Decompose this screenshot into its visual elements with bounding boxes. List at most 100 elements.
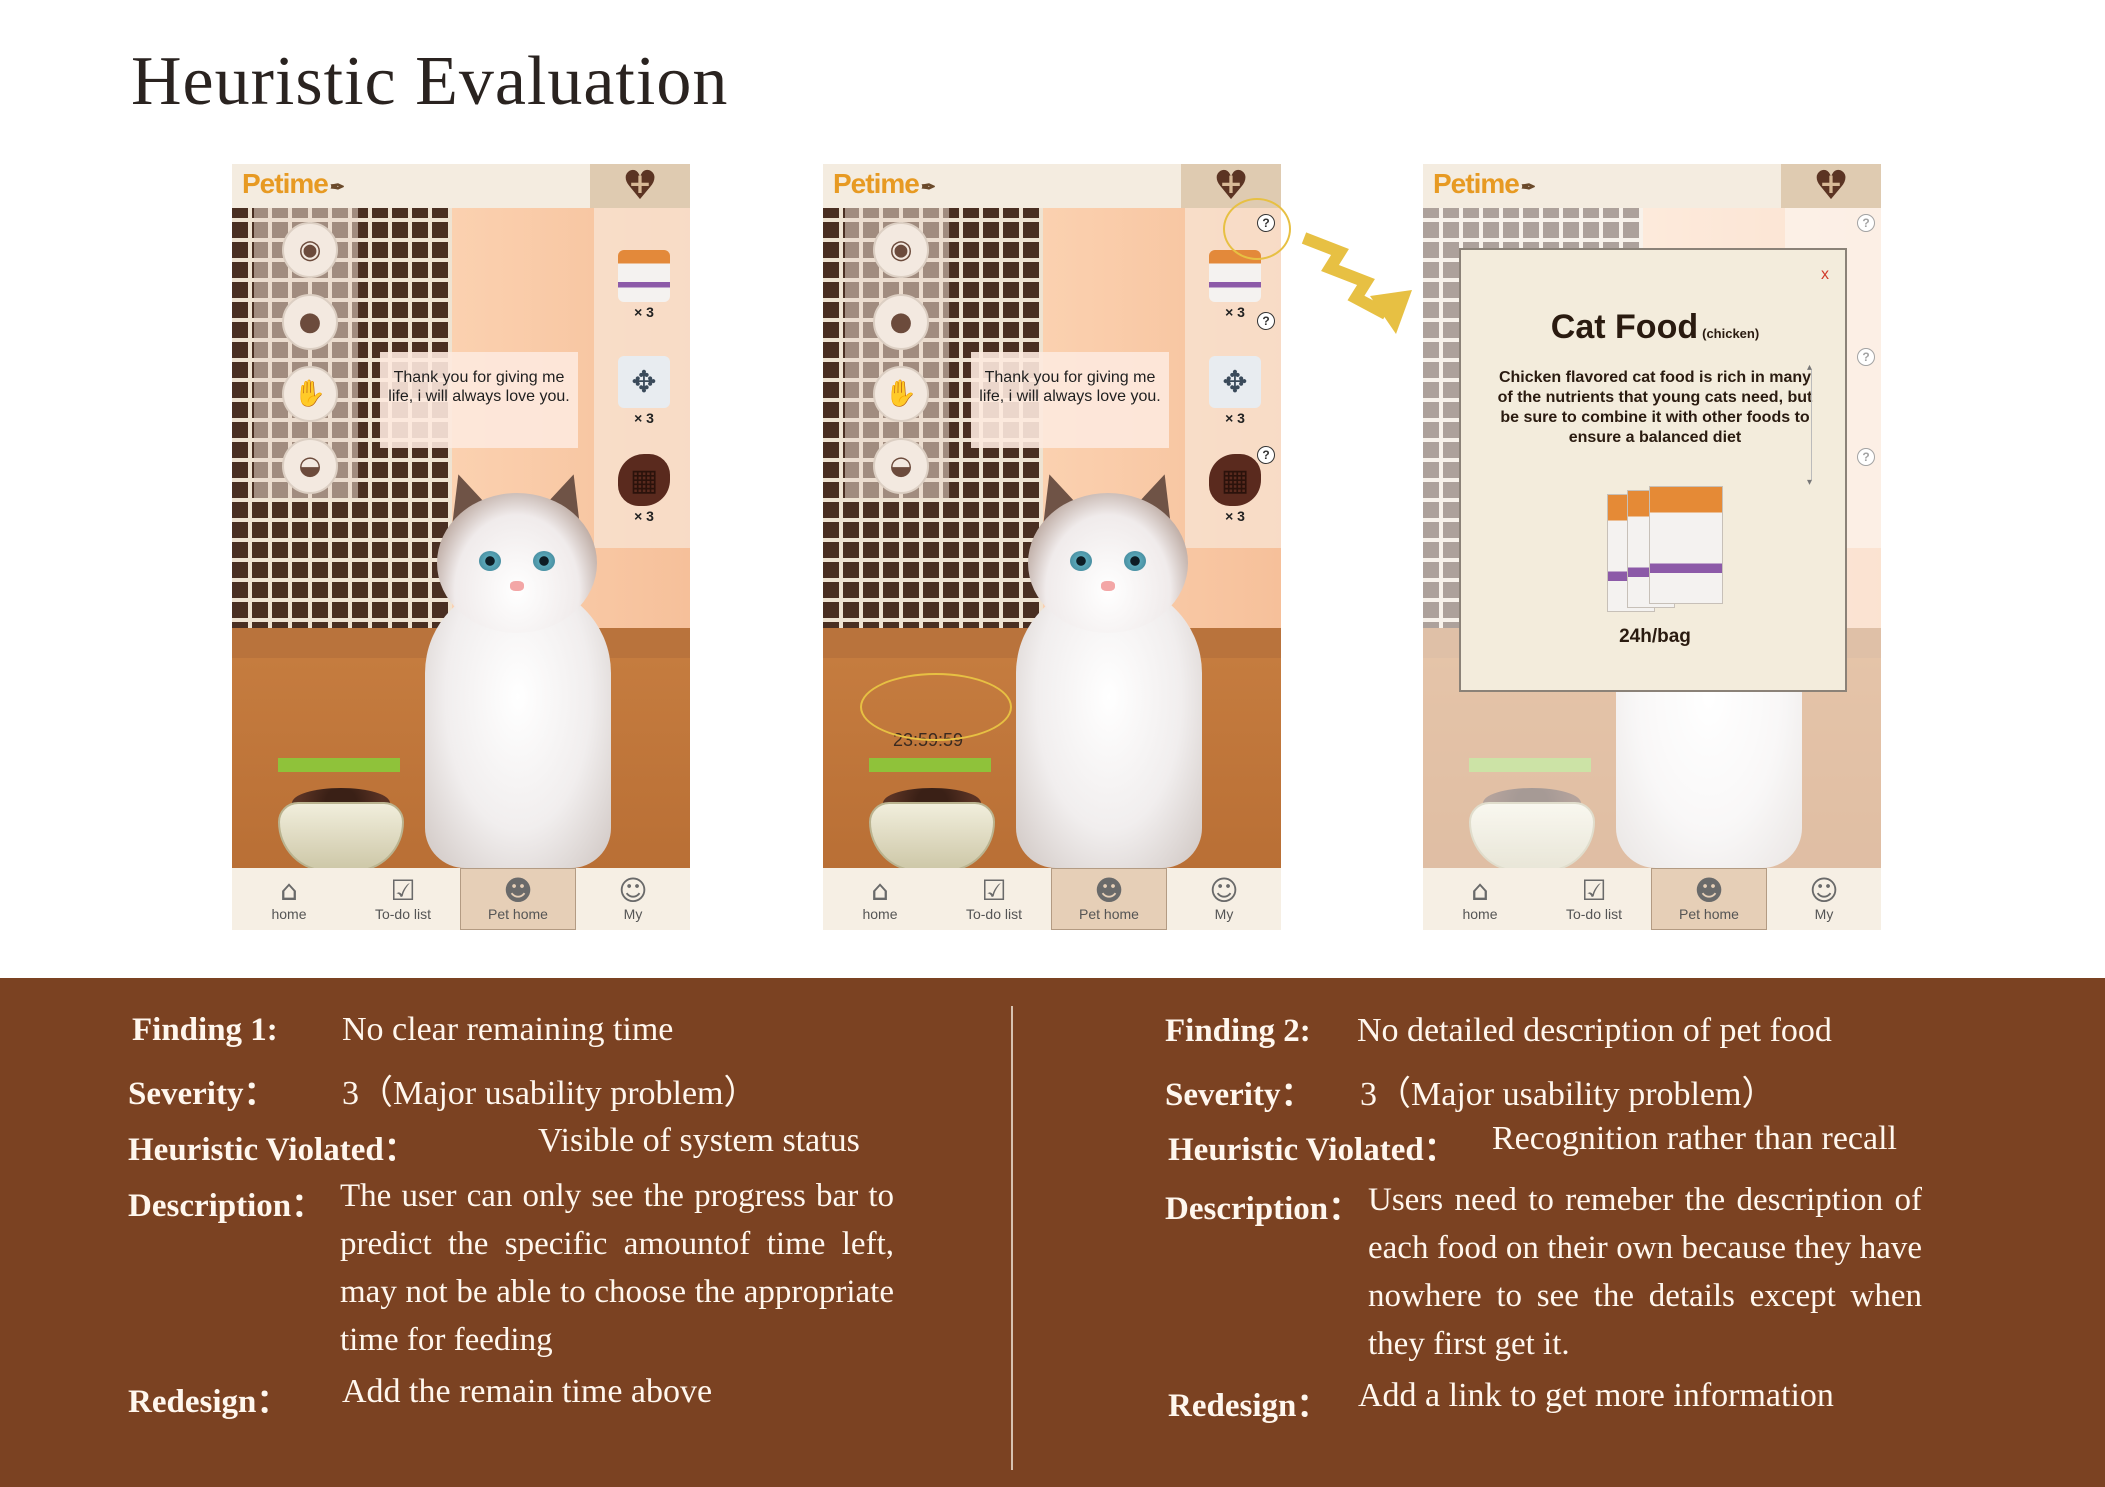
- fish-icon: ✥: [1209, 356, 1261, 408]
- tab-label: To-do list: [965, 906, 1023, 922]
- finding-2-heuristic: Recognition rather than recall: [1492, 1120, 1897, 1157]
- tab-label: My: [1214, 906, 1234, 922]
- tab-label: My: [1814, 906, 1834, 922]
- toy-panel: ◉ ● ✋ ◒: [845, 208, 949, 498]
- finding-1-redesign: Add the remain time above: [342, 1373, 713, 1410]
- tab-pet-home[interactable]: ☻ Pet home: [460, 868, 576, 930]
- tab-label: Pet home: [1079, 906, 1139, 922]
- findings-divider: [1011, 1006, 1013, 1470]
- toy-mouse-icon[interactable]: ◒: [282, 438, 338, 494]
- finding-1-title: No clear remaining time: [342, 1011, 674, 1048]
- home-icon: ⌂: [871, 874, 889, 907]
- tab-my[interactable]: ☺ My: [1167, 868, 1281, 930]
- tab-label: My: [623, 906, 643, 922]
- food-qty: × 3: [1225, 304, 1245, 320]
- finding-1-redesign-label: Redesign：: [128, 1384, 290, 1420]
- finding-1-label: Finding 1:: [132, 1012, 278, 1048]
- checklist-icon: ☑: [981, 874, 1007, 907]
- feather-toy-icon[interactable]: ●: [873, 294, 929, 350]
- food-bowl[interactable]: [278, 788, 404, 872]
- finding-2-description: Users need to remeber the description of…: [1368, 1182, 1922, 1362]
- tab-pet-home[interactable]: ☻ Pet home: [1051, 868, 1167, 930]
- favorites-button[interactable]: ♥: [590, 164, 690, 208]
- speech-bubble: Thank you for giving me life, i will alw…: [380, 352, 578, 448]
- finding-2-description-label: Description：: [1165, 1191, 1362, 1227]
- food-qty: × 3: [634, 410, 654, 426]
- tab-label: home: [271, 906, 307, 922]
- app-logo: Petime: [242, 168, 344, 200]
- tab-bar: ⌂ home ☑ To-do list ☻ Pet home ☺ My: [1423, 868, 1881, 930]
- toy-mouse-icon[interactable]: ◒: [873, 438, 929, 494]
- user-icon: ☺: [1209, 874, 1239, 907]
- hand-icon[interactable]: ✋: [282, 366, 338, 422]
- tab-to-do-list[interactable]: ☑ To-do list: [1537, 868, 1651, 930]
- tab-my[interactable]: ☺ My: [576, 868, 690, 930]
- finding-1-severity: 3（Major usability problem）: [342, 1075, 758, 1112]
- tab-label: home: [1462, 906, 1498, 922]
- tab-label: Pet home: [488, 906, 548, 922]
- heart-plus-icon: ♥: [622, 166, 658, 206]
- feeding-progress-bar: [278, 758, 400, 772]
- fish-icon: ✥: [618, 356, 670, 408]
- speech-bubble: Thank you for giving me life, i will alw…: [971, 352, 1169, 448]
- finding-2-heuristic-label: Heuristic Violated：: [1168, 1132, 1457, 1168]
- food-item-fish[interactable]: ✥ × 3: [1205, 356, 1265, 426]
- cat-food-bags-image: [1607, 486, 1725, 612]
- food-info-dialog: x Cat Food (chicken) Chicken flavored cat…: [1459, 248, 1847, 692]
- finding-1-description-label: Description：: [128, 1188, 325, 1224]
- finding-2-redesign-label: Redesign：: [1168, 1388, 1330, 1424]
- app-header: Petime ♥: [1423, 164, 1881, 208]
- tab-bar: ⌂ home ☑ To-do list ☻ Pet home ☺ My: [823, 868, 1281, 930]
- checklist-icon: ☑: [390, 874, 416, 907]
- food-duration: 24h/bag: [1619, 626, 1691, 647]
- food-flavor: (chicken): [1702, 326, 1760, 341]
- feather-toy-icon[interactable]: ●: [282, 294, 338, 350]
- feeding-progress-bar: [869, 758, 991, 772]
- dialog-title: Cat Food (chicken): [1461, 308, 1849, 347]
- tab-label: To-do list: [1565, 906, 1623, 922]
- close-icon[interactable]: x: [1821, 266, 1829, 284]
- favorites-button[interactable]: ♥: [1781, 164, 1881, 208]
- food-bowl[interactable]: [869, 788, 995, 872]
- app-screen-original: Petime ♥ ◉ ● ✋ ◒ ▮× 3 ✥× 3 ▦× 3 Thank yo…: [232, 164, 690, 930]
- tab-to-do-list[interactable]: ☑ To-do list: [937, 868, 1051, 930]
- app-logo: Petime: [1433, 168, 1535, 200]
- help-icon[interactable]: ?: [1257, 312, 1275, 330]
- pet-room: ◉ ● ✋ ◒ ▮× 3 ✥× 3 ▦× 3 Thank you for giv…: [232, 208, 690, 872]
- user-icon: ☺: [1809, 874, 1839, 907]
- home-icon: ⌂: [280, 874, 298, 907]
- food-qty: × 3: [1225, 410, 1245, 426]
- ball-of-yarn-icon[interactable]: ◉: [282, 222, 338, 278]
- ball-of-yarn-icon[interactable]: ◉: [873, 222, 929, 278]
- tab-home[interactable]: ⌂ home: [823, 868, 937, 930]
- food-name: Cat Food: [1550, 308, 1699, 346]
- food-item-cat-food[interactable]: ▮× 3: [1205, 250, 1265, 320]
- toy-panel: ◉ ● ✋ ◒: [254, 208, 358, 498]
- food-item-fish[interactable]: ✥ × 3: [614, 356, 674, 426]
- cat-food-bag-icon: ▮: [618, 250, 670, 302]
- finding-2-severity: 3（Major usability problem）: [1360, 1076, 1776, 1113]
- finding-1-heuristic: Visible of system status: [538, 1122, 860, 1159]
- home-icon: ⌂: [1471, 874, 1489, 907]
- cat-pet[interactable]: [998, 466, 1218, 868]
- hand-icon[interactable]: ✋: [873, 366, 929, 422]
- app-screen-redesign-timer: Petime ♥ ◉ ● ✋ ◒ ? ▮× 3 ? ✥× 3 ? ▦× 3 Th…: [823, 164, 1281, 930]
- tab-home[interactable]: ⌂ home: [232, 868, 346, 930]
- tab-label: Pet home: [1679, 906, 1739, 922]
- tab-my[interactable]: ☺ My: [1767, 868, 1881, 930]
- tab-home[interactable]: ⌂ home: [1423, 868, 1537, 930]
- pet-room: ◉ ● ✋ ◒ ? ▮× 3 ? ✥× 3 ? ▦× 3 Thank you f…: [823, 208, 1281, 872]
- finding-2-title: No detailed description of pet food: [1357, 1012, 1832, 1049]
- highlight-timer-circle: [860, 673, 1012, 741]
- cat-face-icon: ☻: [503, 874, 533, 907]
- finding-1-heuristic-label: Heuristic Violated：: [128, 1132, 417, 1168]
- food-item-cat-food[interactable]: ▮× 3: [614, 250, 674, 320]
- checklist-icon: ☑: [1581, 874, 1607, 907]
- food-description: Chicken flavored cat food is rich in man…: [1497, 369, 1813, 446]
- cat-face-icon: ☻: [1694, 874, 1724, 907]
- cat-pet[interactable]: [407, 466, 627, 868]
- cat-face-icon: ☻: [1094, 874, 1124, 907]
- tab-pet-home[interactable]: ☻ Pet home: [1651, 868, 1767, 930]
- description-scrollbar[interactable]: [1807, 362, 1817, 488]
- tab-to-do-list[interactable]: ☑ To-do list: [346, 868, 460, 930]
